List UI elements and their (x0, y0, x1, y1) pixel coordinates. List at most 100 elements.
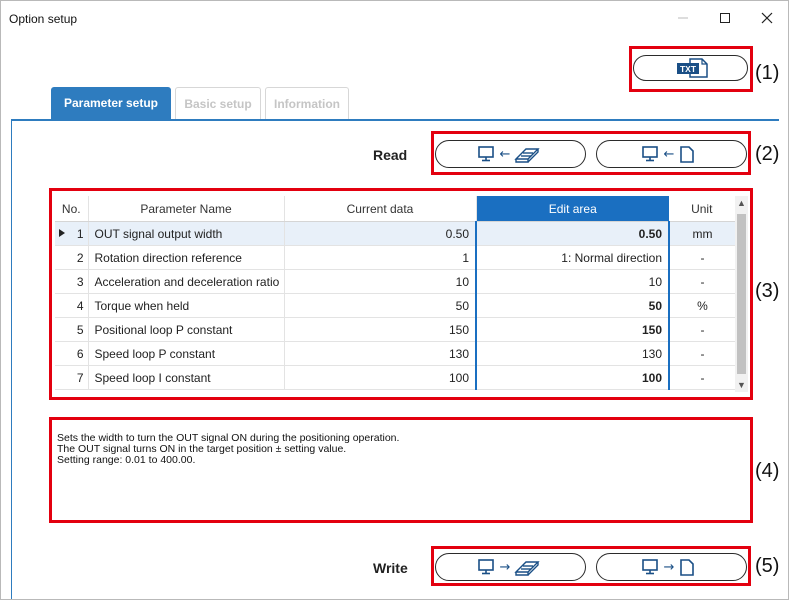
row-unit: - (669, 269, 735, 294)
read-from-file-button[interactable]: ← (596, 140, 747, 168)
row-no: 1 (76, 226, 84, 241)
row-edit-area[interactable]: 150 (475, 317, 670, 342)
row-no: 5 (55, 317, 89, 342)
row-no: 3 (55, 269, 89, 294)
monitor-icon (477, 146, 494, 162)
svg-text:←: ← (663, 147, 674, 162)
close-icon (761, 12, 773, 24)
maximize-icon (720, 13, 730, 23)
row-current-data: 1 (284, 245, 477, 270)
parameter-table: No. Parameter Name Current data Edit are… (55, 196, 736, 390)
close-button[interactable] (747, 5, 787, 31)
driver-device-icon (513, 561, 540, 576)
row-unit: % (669, 293, 735, 318)
scrollbar-thumb[interactable] (737, 214, 746, 374)
title-bar: Option setup (1, 1, 788, 35)
read-label: Read (373, 147, 408, 163)
txt-icon-label: TXT (679, 64, 696, 74)
row-current-data: 100 (284, 365, 477, 390)
tab-basic-setup[interactable]: Basic setup (175, 87, 261, 119)
col-header-current-data[interactable]: Current data (284, 196, 477, 222)
row-selector-icon (59, 229, 65, 237)
row-current-data: 130 (284, 341, 477, 366)
callout-label-5: (5) (755, 555, 780, 577)
txt-export-button[interactable]: TXT (633, 55, 748, 81)
write-to-driver-icon: → (477, 559, 540, 576)
write-to-file-icon: → (641, 559, 694, 576)
row-edit-area[interactable]: 1: Normal direction (475, 245, 670, 270)
row-edit-area[interactable]: 10 (475, 269, 670, 294)
read-from-file-icon: ← (641, 146, 694, 163)
row-unit: mm (669, 221, 735, 246)
table-row[interactable]: 4 Torque when held 50 50 % (55, 293, 735, 318)
table-row[interactable]: 6 Speed loop P constant 130 130 - (55, 341, 735, 366)
row-parameter-name: Acceleration and deceleration ratio (88, 269, 285, 294)
col-header-unit[interactable]: Unit (669, 196, 736, 222)
description-line: Setting range: 0.01 to 400.00. (57, 454, 196, 466)
table-row[interactable]: 3 Acceleration and deceleration ratio 10… (55, 269, 735, 294)
svg-text:→: → (499, 560, 510, 575)
col-header-no[interactable]: No. (55, 196, 89, 222)
svg-text:←: ← (499, 147, 510, 162)
file-icon (679, 559, 694, 576)
row-no: 7 (55, 365, 89, 390)
row-no: 6 (55, 341, 89, 366)
row-unit: - (669, 317, 735, 342)
minimize-button[interactable] (663, 5, 703, 31)
tab-separator (11, 119, 779, 121)
scroll-down-icon[interactable]: ▼ (735, 378, 748, 392)
read-from-driver-button[interactable]: ← (435, 140, 586, 168)
row-current-data: 50 (284, 293, 477, 318)
write-to-file-button[interactable]: → (596, 553, 747, 581)
monitor-icon (641, 146, 658, 162)
row-parameter-name: Speed loop I constant (88, 365, 285, 390)
callout-label-2: (2) (755, 143, 780, 165)
read-from-driver-icon: ← (477, 146, 540, 163)
row-unit: - (669, 365, 735, 390)
table-row[interactable]: 2 Rotation direction reference 1 1: Norm… (55, 245, 735, 270)
tab-parameter-setup[interactable]: Parameter setup (51, 87, 171, 119)
row-edit-area[interactable]: 100 (475, 365, 670, 390)
row-edit-area[interactable]: 130 (475, 341, 670, 366)
window-title: Option setup (9, 12, 78, 26)
table-scrollbar[interactable]: ▲ ▼ (735, 196, 748, 392)
row-current-data: 150 (284, 317, 477, 342)
tab-information[interactable]: Information (265, 87, 349, 119)
callout-label-4: (4) (755, 460, 780, 482)
monitor-icon (641, 559, 658, 575)
table-row[interactable]: 1 OUT signal output width 0.50 0.50 mm (55, 221, 735, 246)
callout-label-1: (1) (755, 62, 780, 84)
write-label: Write (373, 560, 408, 576)
minimize-icon (678, 17, 688, 19)
row-parameter-name: Torque when held (88, 293, 285, 318)
row-parameter-name: Positional loop P constant (88, 317, 285, 342)
col-header-edit-area[interactable]: Edit area (476, 196, 669, 222)
row-edit-area[interactable]: 50 (475, 293, 670, 318)
row-no: 4 (55, 293, 89, 318)
txt-file-icon: TXT (676, 58, 708, 78)
row-current-data: 10 (284, 269, 477, 294)
row-parameter-name: OUT signal output width (88, 221, 285, 246)
option-setup-window: Option setup TXT (1) Parameter setup Bas… (0, 0, 789, 600)
maximize-button[interactable] (705, 5, 745, 31)
svg-text:→: → (663, 560, 674, 575)
col-header-parameter-name[interactable]: Parameter Name (88, 196, 285, 222)
row-current-data: 0.50 (284, 221, 477, 246)
file-icon (679, 146, 694, 163)
callout-label-3: (3) (755, 280, 780, 302)
row-parameter-name: Speed loop P constant (88, 341, 285, 366)
table-header-row: No. Parameter Name Current data Edit are… (55, 196, 736, 222)
content-left-border (11, 121, 12, 599)
row-unit: - (669, 341, 735, 366)
table-row[interactable]: 5 Positional loop P constant 150 150 - (55, 317, 735, 342)
driver-device-icon (513, 148, 540, 163)
scroll-up-icon[interactable]: ▲ (735, 196, 748, 210)
row-edit-area[interactable]: 0.50 (475, 221, 670, 246)
parameter-description: Sets the width to turn the OUT signal ON… (57, 433, 399, 466)
row-unit: - (669, 245, 735, 270)
monitor-icon (477, 559, 494, 575)
write-to-driver-button[interactable]: → (435, 553, 586, 581)
row-parameter-name: Rotation direction reference (88, 245, 285, 270)
row-no: 2 (55, 245, 89, 270)
table-row[interactable]: 7 Speed loop I constant 100 100 - (55, 365, 735, 390)
